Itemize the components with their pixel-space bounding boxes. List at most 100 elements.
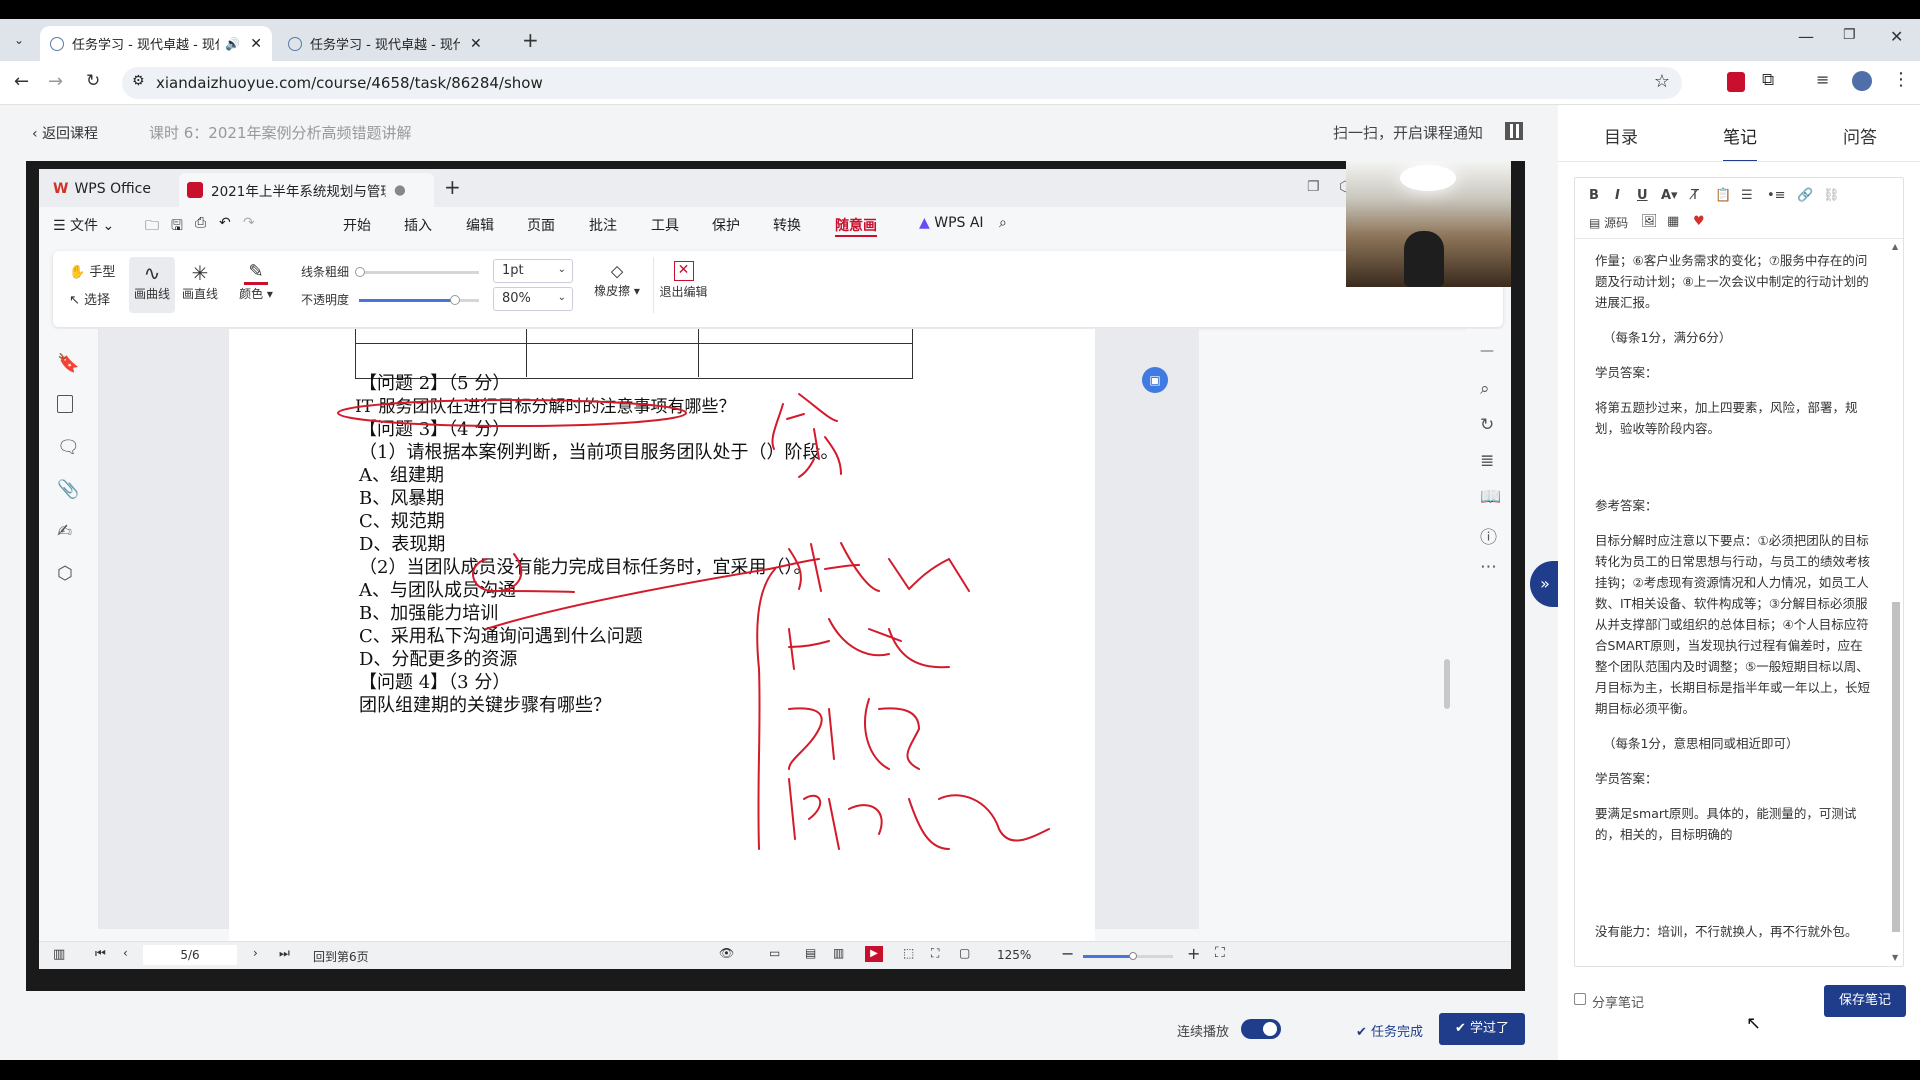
wps-home-tab[interactable]: W WPS Office (45, 174, 175, 204)
back-course-link[interactable]: ‹ 返回课程 (32, 123, 98, 143)
first-page-icon[interactable]: ⏮ (95, 946, 106, 961)
close-window-icon[interactable]: ✕ (1890, 27, 1903, 46)
wps-window-mode-icon[interactable]: ❐ (1307, 179, 1320, 195)
menu-item-page[interactable]: 页面 (527, 215, 555, 235)
thickness-slider[interactable] (355, 267, 479, 277)
actual-size-icon[interactable]: ▢ (959, 946, 970, 960)
media-control-icon[interactable]: ≡ (1816, 70, 1829, 89)
last-page-icon[interactable]: ⏭ (279, 946, 290, 961)
scroll-up-icon[interactable]: ▲ (1892, 242, 1898, 251)
fullscreen-icon[interactable]: ⛶ (1215, 945, 1225, 961)
close-tab-icon[interactable]: ✕ (250, 36, 262, 52)
table-icon[interactable]: ▦ (1667, 214, 1679, 229)
source-button[interactable]: ▤ 源码 (1589, 214, 1628, 231)
quick-open-icon[interactable]: 🗀 (145, 215, 159, 239)
rotate-icon[interactable]: ↻ (1480, 415, 1494, 435)
scroll-down-icon[interactable]: ▼ (1892, 953, 1898, 962)
menu-search-icon[interactable]: ⌕ (999, 215, 1007, 231)
thickness-slider-knob[interactable] (355, 267, 365, 277)
font-color-icon[interactable]: A▾ (1661, 188, 1678, 203)
image-icon[interactable]: 🖼 (1641, 214, 1658, 229)
draw-line-button[interactable]: ✳ 画直线 (177, 257, 223, 313)
italic-icon[interactable]: I (1615, 188, 1620, 203)
color-button[interactable]: ✎ 颜色 ▾ (233, 257, 279, 313)
scrollbar-thumb[interactable] (1444, 659, 1450, 709)
fit-page-icon[interactable]: ⛶ (931, 946, 939, 961)
autoplay-toggle[interactable] (1241, 1019, 1281, 1039)
menu-item-freehand[interactable]: 随意画 (835, 215, 877, 237)
bold-icon[interactable]: B (1589, 188, 1599, 203)
wps-ai-button[interactable]: ▲ WPS AI (919, 215, 984, 231)
minimize-window-icon[interactable]: — (1798, 27, 1814, 46)
fit-width-icon[interactable]: ⬚ (903, 946, 914, 960)
prev-page-icon[interactable]: ‹ (123, 946, 128, 960)
editor-scrollbar-thumb[interactable] (1892, 602, 1900, 932)
qr-code-icon[interactable] (1505, 122, 1523, 140)
save-note-button[interactable]: 保存笔记 (1824, 985, 1906, 1017)
quick-save-icon[interactable]: 🖫 (171, 215, 183, 239)
new-tab-button[interactable]: + (522, 28, 539, 52)
menu-item-edit[interactable]: 编辑 (466, 215, 494, 235)
sidebar-toggle-icon[interactable]: ▥ (53, 947, 65, 962)
restore-window-icon[interactable]: ❐ (1843, 27, 1856, 43)
opacity-slider[interactable] (359, 295, 479, 305)
share-note-checkbox[interactable] (1574, 993, 1586, 1005)
tab-dot-icon[interactable]: ● (394, 182, 406, 198)
undo-icon[interactable]: ↶ (219, 215, 231, 231)
back-icon[interactable]: ← (14, 71, 29, 92)
close-tab-icon[interactable]: ✕ (470, 36, 482, 52)
menu-file[interactable]: ☰ 文件 ⌄ (53, 215, 114, 235)
attachment-icon[interactable]: 📎 (57, 479, 79, 500)
zoom-level[interactable]: 125% (997, 948, 1031, 962)
goto-page-link[interactable]: 回到第6页 (313, 948, 369, 965)
browser-tab-active[interactable]: 任务学习 - 现代卓越 - 现代 🔊 ✕ (40, 26, 272, 61)
continuous-icon[interactable]: ▤ (805, 946, 816, 960)
select-tool-button[interactable]: ↖ 选择 (69, 289, 110, 308)
menu-item-tools[interactable]: 工具 (651, 215, 679, 235)
menu-item-insert[interactable]: 插入 (404, 215, 432, 235)
bullet-list-icon[interactable]: •≡ (1767, 188, 1786, 203)
draw-curve-button[interactable]: ∿ 画曲线 (129, 257, 175, 313)
zoom-slider[interactable] (1083, 952, 1173, 960)
eye-mode-icon[interactable]: 👁 (719, 946, 734, 960)
opacity-select[interactable]: 80% ⌄ (493, 287, 573, 311)
unlink-icon[interactable]: ⛓ (1823, 188, 1840, 203)
forward-icon[interactable]: → (48, 71, 63, 92)
zoom-out-icon[interactable]: − (1061, 944, 1074, 963)
redo-icon[interactable]: ↷ (243, 215, 255, 231)
opacity-slider-knob[interactable] (450, 295, 460, 305)
editor-scrollbar[interactable]: ▲ ▼ (1891, 242, 1901, 962)
menu-item-protect[interactable]: 保护 (712, 215, 740, 235)
bookmark-star-icon[interactable]: ☆ (1654, 71, 1670, 92)
tab-catalog[interactable]: 目录 (1604, 123, 1638, 148)
clear-format-icon[interactable]: T̸ (1691, 188, 1699, 203)
tab-list-chevron-icon[interactable]: ⌄ (8, 29, 30, 51)
speaker-icon[interactable]: 🔊 (225, 37, 240, 51)
collapse-icon[interactable]: — (1480, 343, 1494, 359)
page-number-input[interactable]: 5/6 (143, 945, 237, 965)
menu-item-comment[interactable]: 批注 (589, 215, 617, 235)
eraser-button[interactable]: ⬦ 橡皮擦 ▾ (589, 257, 645, 313)
site-info-icon[interactable]: ⚙ (132, 73, 145, 89)
read-mode-icon[interactable]: 📖 (1480, 487, 1501, 507)
media-icon[interactable]: ♥ (1693, 214, 1705, 229)
signature-icon[interactable]: ✍ (57, 521, 72, 542)
thickness-select[interactable]: 1pt ⌄ (493, 259, 573, 283)
note-editor[interactable]: B I U A▾ T̸ 📋 ☰ •≡ 🔗 ⛓ ▤ 源码 🖼 ▦ ♥ 作量；⑥客户… (1574, 177, 1904, 967)
pdf-extension-icon[interactable] (1727, 72, 1745, 92)
bookmark-icon[interactable]: 🔖 (57, 353, 79, 374)
wps-doc-tab[interactable]: 2021年上半年系统规划与管理 ● (179, 173, 434, 207)
floating-ai-icon[interactable]: ▣ (1142, 367, 1168, 393)
browser-menu-icon[interactable]: ⋮ (1892, 69, 1910, 90)
underline-icon[interactable]: U (1637, 188, 1648, 203)
menu-item-start[interactable]: 开始 (343, 215, 371, 235)
paste-icon[interactable]: 📋 (1715, 188, 1731, 203)
exit-edit-button[interactable]: ✕ 退出编辑 (653, 257, 713, 313)
tab-qa[interactable]: 问答 (1843, 123, 1877, 148)
zoom-slider-knob[interactable] (1128, 952, 1137, 960)
profile-avatar-icon[interactable] (1852, 71, 1872, 91)
more-icon[interactable]: ⋯ (1480, 557, 1497, 577)
note-content[interactable]: 作量；⑥客户业务需求的变化；⑦服务中存在的问题及行动计划；⑧上一次会议中制定的行… (1575, 250, 1887, 966)
wps-new-tab-icon[interactable]: + (444, 175, 461, 199)
browser-tab[interactable]: 任务学习 - 现代卓越 - 现代卓越 ✕ (278, 26, 508, 61)
